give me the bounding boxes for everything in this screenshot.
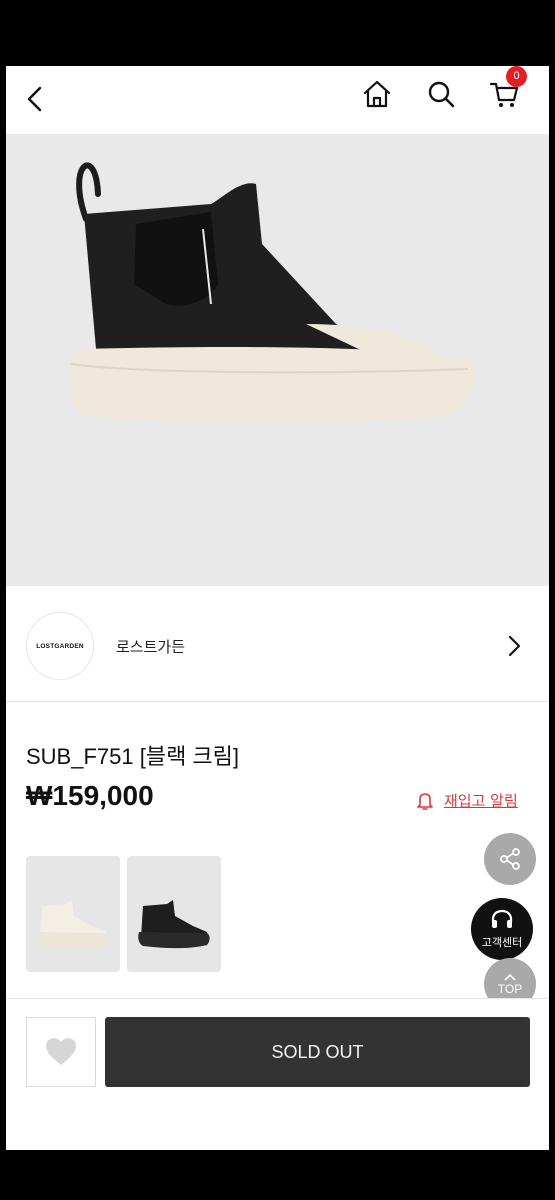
product-price: ₩159,000 — [26, 780, 154, 811]
product-image[interactable] — [6, 134, 549, 586]
headset-icon — [491, 909, 513, 928]
heart-icon — [46, 1038, 76, 1065]
thumbnail-cream[interactable] — [26, 856, 120, 972]
customer-center-label: 고객센터 — [481, 936, 523, 949]
wishlist-button[interactable] — [26, 1017, 96, 1087]
brand-name: 로스트가든 — [116, 638, 186, 656]
top-label: TOP — [497, 981, 523, 996]
thumbnail-black[interactable] — [127, 856, 221, 972]
home-icon[interactable] — [359, 76, 395, 112]
app-screen: 0 LOSTGARDEN 로스트가든 SUB_F751 [블랙 크림] ₩159… — [6, 66, 549, 1150]
chevron-right-icon[interactable] — [502, 632, 526, 660]
share-icon — [500, 848, 520, 870]
customer-center-button[interactable]: 고객센터 — [471, 898, 533, 960]
bell-icon — [417, 792, 433, 810]
back-icon[interactable] — [20, 82, 50, 116]
restock-label: 재입고 알림 — [444, 792, 518, 810]
top-bar: 0 — [6, 66, 549, 134]
search-icon[interactable] — [423, 76, 459, 112]
product-title: SUB_F751 [블랙 크림] — [26, 744, 240, 769]
share-button[interactable] — [484, 833, 536, 885]
bottom-action-bar: SOLD OUT — [6, 998, 549, 1150]
restock-alert-link[interactable]: 재입고 알림 — [416, 790, 518, 811]
cart-count-badge: 0 — [506, 66, 527, 87]
brand-row[interactable]: LOSTGARDEN 로스트가든 — [6, 586, 549, 702]
brand-logo: LOSTGARDEN — [26, 612, 94, 680]
chevron-up-icon — [504, 973, 516, 981]
sold-out-button[interactable]: SOLD OUT — [105, 1017, 530, 1087]
